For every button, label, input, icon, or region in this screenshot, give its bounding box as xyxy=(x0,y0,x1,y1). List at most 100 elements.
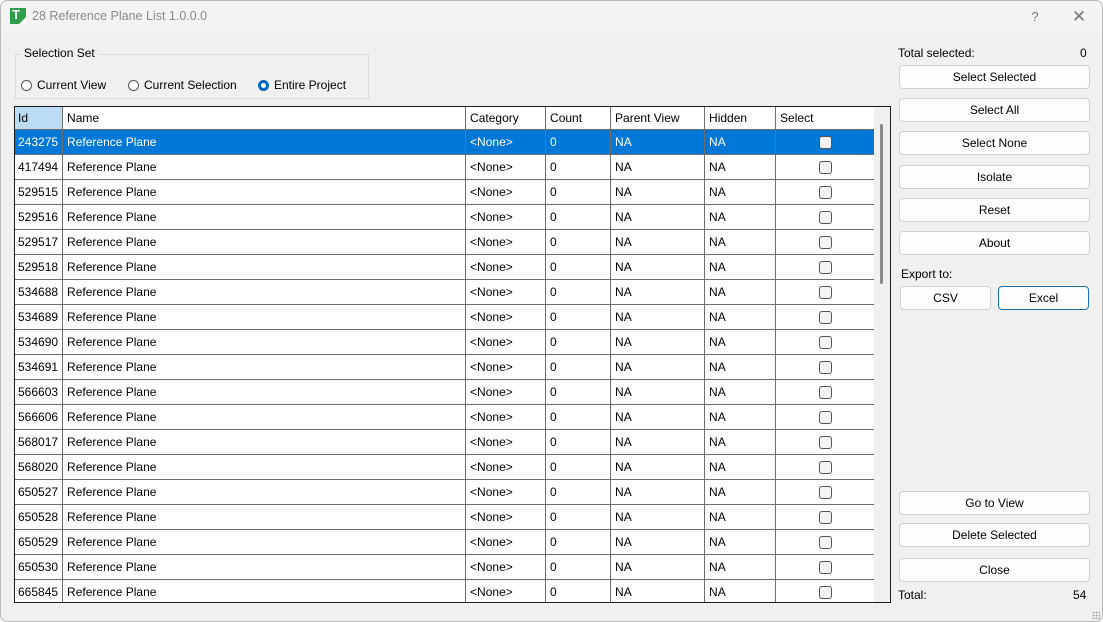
cell-id: 529515 xyxy=(15,179,64,205)
cell-count: 0 xyxy=(545,279,612,305)
select-checkbox[interactable] xyxy=(819,411,833,425)
selection-set-group xyxy=(15,54,369,99)
close-button[interactable]: Close xyxy=(899,558,1090,582)
cell-id: 529517 xyxy=(15,229,64,255)
column-header-name[interactable]: Name xyxy=(62,107,467,130)
vertical-scrollbar[interactable] xyxy=(874,107,890,602)
cell-hidden: NA xyxy=(704,204,777,230)
reset-button[interactable]: Reset xyxy=(899,198,1090,222)
select-checkbox[interactable] xyxy=(819,186,833,200)
select-all-button[interactable]: Select All xyxy=(899,98,1090,122)
column-header-category[interactable]: Category xyxy=(465,107,547,130)
select-none-button[interactable]: Select None xyxy=(899,131,1090,155)
table-row[interactable]: 534688 Reference Plane <None> 0 NA NA xyxy=(15,279,877,305)
select-checkbox[interactable] xyxy=(819,436,833,450)
cell-hidden: NA xyxy=(704,454,777,480)
select-checkbox[interactable] xyxy=(819,586,833,600)
cell-name: Reference Plane xyxy=(62,354,467,380)
cell-count: 0 xyxy=(545,404,612,430)
table-row[interactable]: 534691 Reference Plane <None> 0 NA NA xyxy=(15,354,877,380)
cell-select xyxy=(775,454,877,480)
cell-select xyxy=(775,129,877,155)
select-checkbox[interactable] xyxy=(819,236,833,250)
column-header-parent-view[interactable]: Parent View xyxy=(610,107,706,130)
delete-selected-button[interactable]: Delete Selected xyxy=(899,523,1090,547)
select-selected-button[interactable]: Select Selected xyxy=(899,65,1090,89)
table-row[interactable]: 650527 Reference Plane <None> 0 NA NA xyxy=(15,479,877,505)
table-row[interactable]: 243275 Reference Plane <None> 0 NA NA xyxy=(15,129,877,155)
cell-select xyxy=(775,179,877,205)
cell-parent-view: NA xyxy=(610,204,706,230)
select-checkbox[interactable] xyxy=(819,161,833,175)
select-checkbox[interactable] xyxy=(819,461,833,475)
cell-parent-view: NA xyxy=(610,129,706,155)
select-checkbox[interactable] xyxy=(819,336,833,350)
cell-count: 0 xyxy=(545,129,612,155)
column-header-select[interactable]: Select xyxy=(775,107,877,130)
select-checkbox[interactable] xyxy=(819,361,833,375)
cell-id: 534689 xyxy=(15,304,64,330)
cell-name: Reference Plane xyxy=(62,554,467,580)
select-checkbox[interactable] xyxy=(819,211,833,225)
table-row[interactable]: 568017 Reference Plane <None> 0 NA NA xyxy=(15,429,877,455)
table-row[interactable]: 534690 Reference Plane <None> 0 NA NA xyxy=(15,329,877,355)
select-checkbox[interactable] xyxy=(819,136,833,150)
cell-category: <None> xyxy=(465,204,547,230)
go-to-view-button[interactable]: Go to View xyxy=(899,491,1090,515)
scrollbar-thumb[interactable] xyxy=(880,124,883,284)
column-header-id[interactable]: Id xyxy=(15,107,64,130)
table-row[interactable]: 650529 Reference Plane <None> 0 NA NA xyxy=(15,529,877,555)
cell-count: 0 xyxy=(545,154,612,180)
cell-category: <None> xyxy=(465,454,547,480)
isolate-button[interactable]: Isolate xyxy=(899,165,1090,189)
cell-select xyxy=(775,554,877,580)
cell-parent-view: NA xyxy=(610,229,706,255)
select-checkbox[interactable] xyxy=(819,511,833,525)
cell-hidden: NA xyxy=(704,579,777,602)
cell-count: 0 xyxy=(545,304,612,330)
table-row[interactable]: 529515 Reference Plane <None> 0 NA NA xyxy=(15,179,877,205)
export-excel-button[interactable]: Excel xyxy=(998,286,1089,310)
close-window-button[interactable]: ✕ xyxy=(1065,7,1093,27)
select-checkbox[interactable] xyxy=(819,286,833,300)
table-row[interactable]: 529517 Reference Plane <None> 0 NA NA xyxy=(15,229,877,255)
table-row[interactable]: 650530 Reference Plane <None> 0 NA NA xyxy=(15,554,877,580)
window-title: 28 Reference Plane List 1.0.0.0 xyxy=(32,9,208,23)
cell-parent-view: NA xyxy=(610,554,706,580)
radio-selected-icon xyxy=(258,79,269,91)
table-row[interactable]: 534689 Reference Plane <None> 0 NA NA xyxy=(15,304,877,330)
cell-category: <None> xyxy=(465,529,547,555)
table-row[interactable]: 650528 Reference Plane <None> 0 NA NA xyxy=(15,504,877,530)
export-csv-button[interactable]: CSV xyxy=(900,286,991,310)
select-checkbox[interactable] xyxy=(819,536,833,550)
cell-hidden: NA xyxy=(704,154,777,180)
select-checkbox[interactable] xyxy=(819,261,833,275)
select-checkbox[interactable] xyxy=(819,486,833,500)
cell-parent-view: NA xyxy=(610,504,706,530)
column-header-hidden[interactable]: Hidden xyxy=(704,107,777,130)
column-header-count[interactable]: Count xyxy=(545,107,612,130)
table-row[interactable]: 417494 Reference Plane <None> 0 NA NA xyxy=(15,154,877,180)
cell-id: 417494 xyxy=(15,154,64,180)
select-checkbox[interactable] xyxy=(819,311,833,325)
radio-current-selection[interactable]: Current Selection xyxy=(128,78,237,92)
table-row[interactable]: 529518 Reference Plane <None> 0 NA NA xyxy=(15,254,877,280)
cell-name: Reference Plane xyxy=(62,454,467,480)
select-checkbox[interactable] xyxy=(819,561,833,575)
cell-category: <None> xyxy=(465,254,547,280)
resize-grip[interactable] xyxy=(1092,611,1100,619)
table-row[interactable]: 665845 Reference Plane <None> 0 NA NA xyxy=(15,579,877,602)
table-row[interactable]: 568020 Reference Plane <None> 0 NA NA xyxy=(15,454,877,480)
radio-current-view[interactable]: Current View xyxy=(21,78,106,92)
table-row[interactable]: 566606 Reference Plane <None> 0 NA NA xyxy=(15,404,877,430)
radio-entire-project[interactable]: Entire Project xyxy=(258,78,346,92)
help-button[interactable]: ? xyxy=(1021,7,1049,27)
about-button[interactable]: About xyxy=(899,231,1090,255)
table-row[interactable]: 566603 Reference Plane <None> 0 NA NA xyxy=(15,379,877,405)
table-row[interactable]: 529516 Reference Plane <None> 0 NA NA xyxy=(15,204,877,230)
select-checkbox[interactable] xyxy=(819,386,833,400)
total-selected-value: 0 xyxy=(1080,46,1087,60)
cell-id: 529518 xyxy=(15,254,64,280)
cell-select xyxy=(775,329,877,355)
cell-parent-view: NA xyxy=(610,354,706,380)
